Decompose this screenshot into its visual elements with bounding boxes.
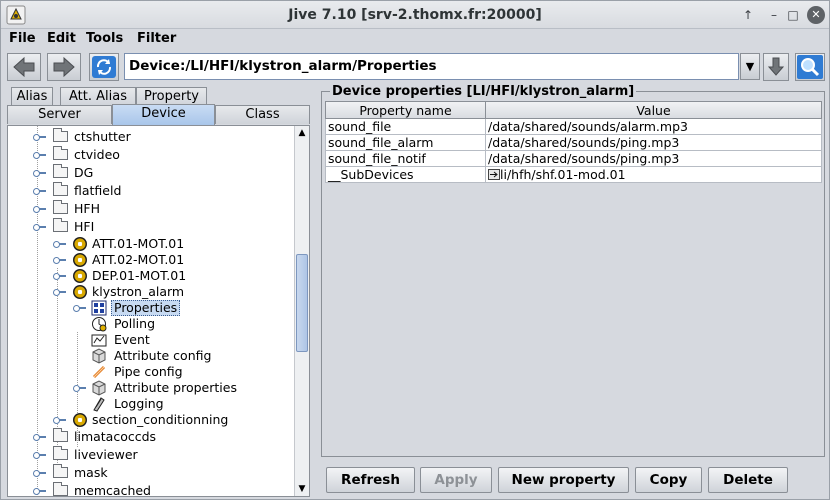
minimize-button[interactable]: – <box>765 6 783 24</box>
device-path-input[interactable]: Device:/LI/HFI/klystron_alarm/Properties <box>124 53 739 80</box>
menu-file[interactable]: File <box>9 31 36 46</box>
download-arrow-icon <box>767 57 785 76</box>
folder-icon <box>53 146 68 160</box>
folder-icon <box>53 464 68 478</box>
refresh-button[interactable] <box>89 53 119 81</box>
device-properties-group: Device properties [LI/HFI/klystron_alarm… <box>321 84 825 457</box>
event-icon <box>91 334 107 347</box>
tab-server[interactable]: Server <box>7 105 112 124</box>
attribute-properties-icon <box>92 380 106 396</box>
property-value-cell[interactable]: /data/shared/sounds/ping.mp3 <box>486 135 822 151</box>
scroll-down-arrow-icon[interactable]: ▼ <box>295 482 309 496</box>
window-title: Jive 7.10 [srv-2.thomx.fr:20000] <box>288 7 542 23</box>
device-gear-icon <box>73 253 87 267</box>
right-panel: Device properties [LI/HFI/klystron_alarm… <box>319 83 827 497</box>
chevron-down-icon: ▼ <box>745 60 755 73</box>
table-row[interactable]: sound_file /data/shared/sounds/alarm.mp3 <box>325 119 822 135</box>
properties-grid-icon <box>91 300 107 316</box>
scroll-up-arrow-icon[interactable]: ▲ <box>295 126 309 140</box>
polling-clock-icon <box>92 317 107 332</box>
folder-icon <box>53 428 68 442</box>
column-header-value[interactable]: Value <box>486 101 822 119</box>
property-name-cell[interactable]: sound_file_alarm <box>325 135 486 151</box>
scrollbar-thumb[interactable] <box>296 254 308 352</box>
title-bar: Jive 7.10 [srv-2.thomx.fr:20000] ↑ – □ ✕ <box>1 1 829 29</box>
go-down-button[interactable] <box>763 53 789 81</box>
attribute-config-icon <box>92 348 106 364</box>
property-value-cell[interactable]: /data/shared/sounds/ping.mp3 <box>486 151 822 167</box>
link-arrow-icon <box>488 169 500 180</box>
forward-button[interactable] <box>47 53 81 81</box>
folder-icon <box>53 482 68 496</box>
folder-icon <box>53 200 68 214</box>
pipe-icon <box>92 365 106 379</box>
device-gear-icon <box>73 285 87 299</box>
keep-above-button[interactable]: ↑ <box>739 6 757 24</box>
apply-button[interactable]: Apply <box>420 467 492 493</box>
logging-icon <box>93 397 105 412</box>
property-name-cell[interactable]: sound_file <box>325 119 486 135</box>
copy-button[interactable]: Copy <box>635 467 702 493</box>
properties-table: Property name Value sound_file /data/sha… <box>325 101 822 456</box>
left-panel: Alias Att. Alias Property Server Device … <box>5 85 313 497</box>
jive-window: Jive 7.10 [srv-2.thomx.fr:20000] ↑ – □ ✕… <box>0 0 830 500</box>
device-gear-icon <box>73 237 87 251</box>
maximize-button[interactable]: □ <box>784 6 802 24</box>
table-row[interactable]: __SubDevices li/hfh/shf.01-mod.01 <box>325 167 822 183</box>
back-arrow-icon <box>13 56 35 78</box>
table-row[interactable]: sound_file_notif /data/shared/sounds/pin… <box>325 151 822 167</box>
menu-filter[interactable]: Filter <box>137 31 176 46</box>
menu-edit[interactable]: Edit <box>47 31 76 46</box>
property-name-cell[interactable]: __SubDevices <box>325 167 486 183</box>
tab-device[interactable]: Device <box>112 104 215 125</box>
device-gear-icon <box>73 413 87 427</box>
search-button[interactable] <box>795 53 825 81</box>
folder-icon <box>53 182 68 196</box>
folder-icon <box>53 446 68 460</box>
property-name-cell[interactable]: sound_file_notif <box>325 151 486 167</box>
forward-arrow-icon <box>53 56 75 78</box>
refresh-icon <box>92 56 116 78</box>
toolbar: Device:/LI/HFI/klystron_alarm/Properties… <box>1 51 829 83</box>
table-header: Property name Value <box>325 101 822 119</box>
path-dropdown-button[interactable]: ▼ <box>740 53 760 80</box>
delete-button[interactable]: Delete <box>708 467 788 493</box>
folder-icon <box>53 128 68 142</box>
device-gear-icon <box>73 269 87 283</box>
menu-bar: File Edit Tools Filter <box>1 29 829 51</box>
property-value-cell[interactable]: li/hfh/shf.01-mod.01 <box>486 167 822 183</box>
menu-tools[interactable]: Tools <box>86 31 123 46</box>
folder-icon <box>53 218 68 232</box>
refresh-button[interactable]: Refresh <box>326 467 415 493</box>
subdevice-value: li/hfh/shf.01-mod.01 <box>500 167 626 182</box>
properties-title: Device properties [LI/HFI/klystron_alarm… <box>330 84 637 99</box>
tree-scrollbar[interactable]: ▲ ▼ <box>294 126 309 496</box>
close-button[interactable]: ✕ <box>807 6 825 24</box>
table-row[interactable]: sound_file_alarm /data/shared/sounds/pin… <box>325 135 822 151</box>
property-value-cell[interactable]: /data/shared/sounds/alarm.mp3 <box>486 119 822 135</box>
search-icon <box>797 55 823 79</box>
tab-class[interactable]: Class <box>215 105 310 124</box>
folder-icon <box>53 164 68 178</box>
back-button[interactable] <box>7 53 41 81</box>
device-tree[interactable]: ctshutter ctvideo DG flatfield HFH HFI A… <box>7 125 310 497</box>
column-header-property-name[interactable]: Property name <box>325 101 486 119</box>
new-property-button[interactable]: New property <box>498 467 629 493</box>
tab-alias[interactable]: Alias <box>11 87 53 106</box>
